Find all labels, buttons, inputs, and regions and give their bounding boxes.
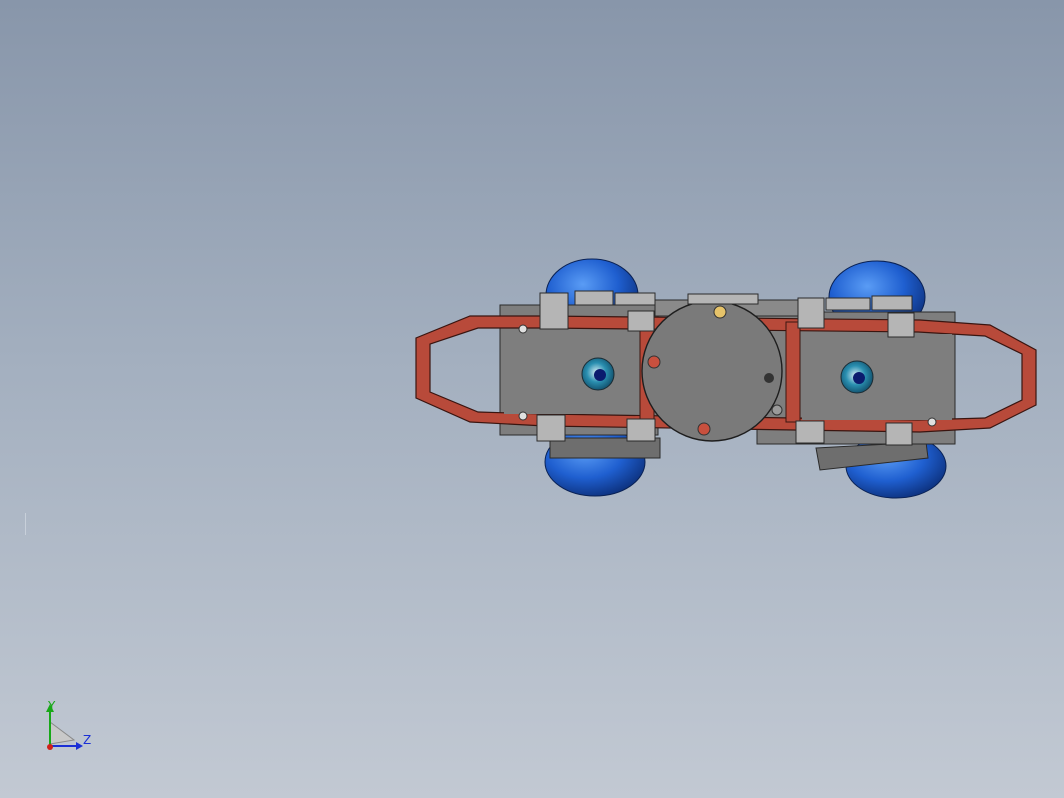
- triad-plane: [49, 721, 76, 745]
- plate-window-left: [504, 330, 638, 414]
- hub-right-center: [853, 372, 865, 384]
- plate-window-right: [802, 334, 952, 420]
- disc-screw-bottom: [697, 422, 711, 436]
- y-axis-label: Y: [48, 699, 56, 713]
- hub-left-center: [594, 369, 606, 381]
- disc-screw-top: [713, 305, 727, 319]
- graphics-viewport[interactable]: Y Z: [0, 0, 1064, 798]
- z-axis-label: Z: [83, 733, 92, 747]
- text-cursor-marker: [25, 513, 26, 535]
- x-axis-dot: [47, 744, 53, 750]
- disc-screw-lower-right: [771, 404, 783, 416]
- disc-screw-right: [764, 373, 774, 383]
- robot-assembly-model[interactable]: [0, 0, 1064, 798]
- z-axis-arrow: [76, 742, 83, 750]
- frame-inner-trim-right: [785, 321, 801, 423]
- disc-screw-left: [647, 355, 661, 369]
- bolt-2: [518, 411, 528, 421]
- bolt-3: [927, 417, 937, 427]
- bolt-1: [518, 324, 528, 334]
- center-disc[interactable]: [641, 300, 783, 442]
